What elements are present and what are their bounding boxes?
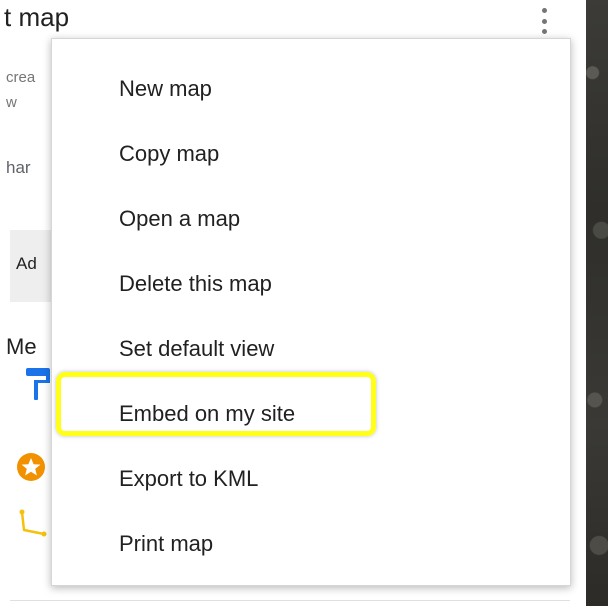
map-canvas[interactable]: [586, 0, 608, 606]
menu-item-set-default-view[interactable]: Set default view: [52, 321, 570, 377]
map-description-line-1[interactable]: crea: [6, 69, 35, 86]
menu-item-copy-map[interactable]: Copy map: [52, 126, 570, 182]
add-layer-button[interactable]: Ad: [16, 254, 37, 274]
more-vert-icon[interactable]: [538, 8, 550, 34]
share-button[interactable]: har: [6, 158, 31, 178]
kebab-dot: [541, 8, 547, 13]
menu-item-open-a-map[interactable]: Open a map: [52, 191, 570, 247]
kebab-dot: [541, 18, 547, 24]
menu-item-delete-this-map[interactable]: Delete this map: [52, 256, 570, 312]
map-title[interactable]: t map: [4, 2, 69, 33]
star-marker-icon[interactable]: [16, 452, 46, 482]
menu-item-print-map[interactable]: Print map: [52, 516, 570, 572]
map-description-line-2: w: [6, 94, 17, 111]
map-options-menu: New map Copy map Open a map Delete this …: [51, 38, 571, 586]
menu-item-embed-on-my-site[interactable]: Embed on my site: [52, 386, 570, 442]
divider: [10, 600, 570, 601]
paint-roller-icon[interactable]: [24, 364, 52, 404]
layer-heading[interactable]: Me: [6, 334, 37, 360]
menu-item-export-to-kml[interactable]: Export to KML: [52, 451, 570, 507]
kebab-dot: [541, 29, 547, 34]
menu-item-new-map[interactable]: New map: [52, 61, 570, 117]
route-icon[interactable]: [18, 508, 48, 538]
